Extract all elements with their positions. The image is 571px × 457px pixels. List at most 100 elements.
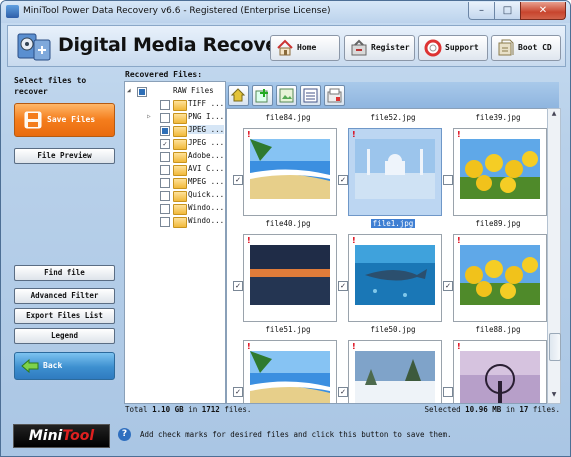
support-button[interactable]: Support — [418, 35, 488, 61]
tree-item[interactable]: MPEG ... — [125, 177, 225, 189]
details-view-button[interactable] — [324, 85, 345, 106]
tree-checkbox[interactable]: ✓ — [160, 139, 170, 149]
file-checkbox[interactable]: ✓ — [338, 175, 348, 185]
close-button[interactable]: ✕ — [520, 2, 566, 20]
file-name: file84.jpg — [265, 113, 311, 122]
tree-item[interactable]: ▷ PNG I... — [125, 112, 225, 124]
tree-item-raw-files[interactable]: ◢ RAW Files — [125, 86, 225, 98]
tree-item[interactable]: Windo... — [125, 203, 225, 215]
support-icon — [424, 39, 442, 57]
app-heading: Digital Media Recovery — [58, 34, 300, 56]
status-text: files. — [224, 405, 252, 414]
file-checkbox[interactable]: ✓ — [233, 281, 243, 291]
file-thumbnail[interactable]: ! — [243, 128, 337, 216]
scrollbar-thumb[interactable] — [549, 333, 561, 361]
vertical-scrollbar[interactable]: ▲ ▼ — [547, 108, 561, 404]
file-name: file39.jpg — [475, 113, 521, 122]
file-thumbnail[interactable]: ! — [453, 340, 547, 403]
file-thumbnail[interactable]: ! — [453, 234, 547, 322]
tree-checkbox[interactable] — [160, 100, 170, 110]
file-checkbox[interactable] — [443, 175, 453, 185]
tree-label: TIFF ... — [188, 99, 225, 108]
home-button[interactable]: Home — [270, 35, 340, 61]
file-thumbnail[interactable]: ! — [348, 340, 442, 403]
sidebar: Select files to recover Save Files File … — [7, 67, 120, 423]
file-thumbnail[interactable]: ! — [453, 128, 547, 216]
scroll-up-icon[interactable]: ▲ — [549, 110, 559, 120]
minimize-button[interactable]: – — [468, 2, 495, 20]
folder-icon — [173, 178, 187, 189]
file-type-tree: ◢ RAW Files TIFF ... ▷ PNG I... JPEG ...… — [124, 81, 226, 404]
status-text: in — [188, 405, 198, 414]
tree-item[interactable]: ✓ JPEG ... — [125, 138, 225, 150]
tree-item[interactable]: Quick... — [125, 190, 225, 202]
file-preview-button[interactable]: File Preview — [14, 148, 115, 164]
selected-size: 10.96 MB — [465, 405, 502, 414]
advanced-filter-button[interactable]: Advanced Filter — [14, 288, 115, 304]
sidebar-title: Select files to recover — [14, 76, 87, 96]
help-icon[interactable]: ? — [118, 428, 131, 441]
file-thumbnail[interactable]: ! — [243, 340, 337, 403]
tree-label: PNG I... — [188, 112, 225, 121]
tree-item[interactable]: TIFF ... — [125, 99, 225, 111]
file-name: file52.jpg — [370, 113, 416, 122]
add-icon — [255, 89, 268, 103]
total-size: 1.10 GB — [152, 405, 184, 414]
tree-item[interactable]: Windo... — [125, 216, 225, 228]
tree-label: JPEG ... — [188, 138, 225, 147]
tree-checkbox[interactable] — [160, 204, 170, 214]
file-checkbox[interactable]: ✓ — [233, 175, 243, 185]
minitool-logo: MiniTool — [13, 424, 110, 448]
tree-item[interactable]: JPEG ... — [125, 125, 225, 137]
up-folder-button[interactable] — [228, 85, 249, 106]
support-label: Support — [445, 43, 479, 52]
register-label: Register — [371, 43, 410, 52]
tree-checkbox[interactable] — [160, 178, 170, 188]
file-checkbox[interactable]: ✓ — [233, 387, 243, 397]
beach-photo — [250, 351, 330, 403]
tree-label: Quick... — [188, 190, 225, 199]
file-name: file50.jpg — [370, 325, 416, 334]
export-files-list-button[interactable]: Export Files List — [14, 308, 115, 324]
tree-checkbox[interactable] — [160, 113, 170, 123]
tree-checkbox[interactable] — [160, 191, 170, 201]
tree-checkbox[interactable] — [137, 87, 147, 97]
scroll-down-icon[interactable]: ▼ — [549, 391, 559, 401]
list-view-button[interactable] — [300, 85, 321, 106]
file-name: file89.jpg — [475, 219, 521, 228]
file-checkbox[interactable] — [443, 387, 453, 397]
boot-cd-button[interactable]: Boot CD — [491, 35, 561, 61]
folder-icon — [173, 126, 187, 137]
tree-checkbox[interactable] — [160, 126, 170, 136]
file-checkbox[interactable]: ✓ — [443, 281, 453, 291]
legend-button[interactable]: Legend — [14, 328, 115, 344]
find-file-button[interactable]: Find file — [14, 265, 115, 281]
tree-label: AVI C... — [188, 164, 225, 173]
save-files-button[interactable]: Save Files — [14, 103, 115, 137]
file-thumbnail-grid: file84.jpg file52.jpg file39.jpg ✓ ! fil… — [226, 108, 548, 404]
tree-expander[interactable]: ◢ — [127, 87, 135, 94]
file-thumbnail[interactable]: ! — [243, 234, 337, 322]
tree-checkbox[interactable] — [160, 217, 170, 227]
view-toolbar — [226, 82, 559, 108]
register-button[interactable]: Register — [344, 35, 415, 61]
back-button[interactable]: Back — [14, 352, 115, 380]
title-bar: MiniTool Power Data Recovery v6.6 - Regi… — [1, 1, 570, 23]
file-thumbnail[interactable]: ! — [348, 128, 442, 216]
brand-tool: Tool — [62, 428, 95, 444]
add-button[interactable] — [252, 85, 273, 106]
maximize-button[interactable]: □ — [494, 2, 521, 20]
file-checkbox[interactable]: ✓ — [338, 387, 348, 397]
folder-icon — [173, 191, 187, 202]
thumbnail-view-button[interactable] — [276, 85, 297, 106]
tree-item[interactable]: AVI C... — [125, 164, 225, 176]
tree-checkbox[interactable] — [160, 165, 170, 175]
tree-expander[interactable]: ▷ — [147, 113, 155, 120]
tree-checkbox[interactable] — [160, 152, 170, 162]
file-thumbnail[interactable]: ! — [348, 234, 442, 322]
file-name: file51.jpg — [265, 325, 311, 334]
folder-icon — [173, 204, 187, 215]
file-checkbox[interactable]: ✓ — [338, 281, 348, 291]
header-banner: Digital Media Recovery Home Register Sup… — [7, 25, 566, 67]
tree-item[interactable]: Adobe... — [125, 151, 225, 163]
